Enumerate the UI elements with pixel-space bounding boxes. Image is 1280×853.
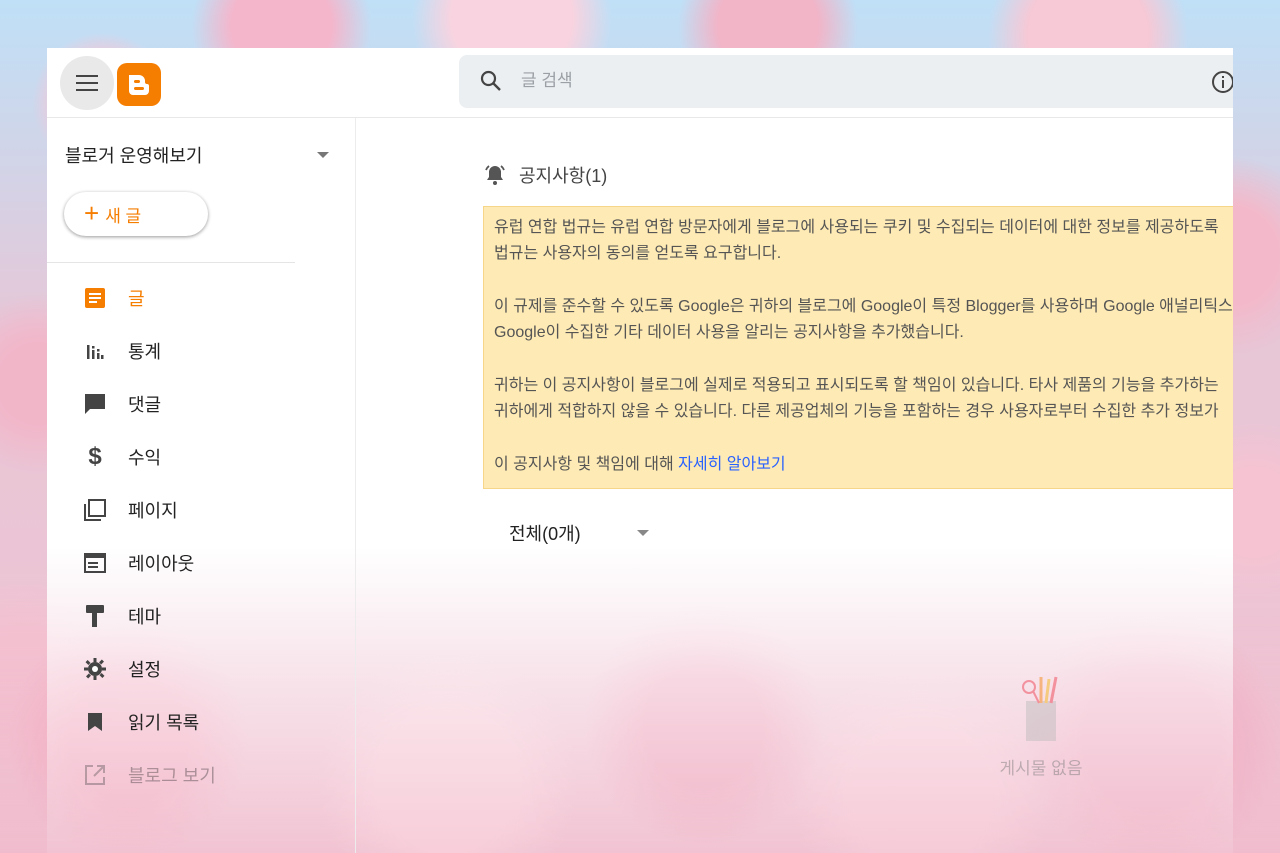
sidebar-item-label: 수익: [128, 447, 162, 468]
sidebar-item-label: 댓글: [128, 394, 162, 415]
search-input[interactable]: [521, 65, 1121, 97]
filter-label: 전체(0개): [509, 524, 581, 544]
blogger-b-icon: [129, 74, 149, 95]
main-content: 공지사항(1) 유럽 연합 법규는 유럽 연합 방문자에게 블로그에 사용되는 …: [356, 118, 1233, 853]
notice-text: 이 공지사항 및 책임에 대해: [494, 456, 679, 473]
sidebar-nav: 글 통계 댓글 $ 수익 페이지 레이아웃 테마 설정 읽기 목록 블로그 보기: [47, 271, 355, 801]
blog-selector[interactable]: 블로거 운영해보기: [65, 140, 329, 170]
notice-paragraph-3: 귀하는 이 공지사항이 블로그에 실제로 적용되고 표시되도록 할 책임이 있습…: [494, 373, 1233, 425]
info-icon[interactable]: [1211, 70, 1233, 94]
notice-header: 공지사항(1): [483, 162, 607, 188]
sidebar-item-label: 통계: [128, 341, 162, 362]
sidebar-item-label: 레이아웃: [128, 553, 195, 574]
sidebar-item-comments[interactable]: 댓글: [47, 377, 355, 430]
pencil-cup-icon: [1022, 676, 1058, 741]
new-post-button[interactable]: + 새 글: [64, 192, 208, 236]
posts-icon: [82, 285, 108, 311]
post-filter-dropdown[interactable]: 전체(0개): [509, 518, 649, 548]
search-icon[interactable]: [479, 69, 503, 93]
chevron-down-icon: [637, 530, 649, 536]
sidebar-item-view-blog[interactable]: 블로그 보기: [47, 748, 355, 801]
gear-icon: [82, 656, 108, 682]
menu-button[interactable]: [60, 56, 114, 110]
sidebar-item-label: 블로그 보기: [128, 765, 216, 786]
blogger-app: 블로거 운영해보기 + 새 글 글 통계: [47, 48, 1233, 853]
sidebar-item-theme[interactable]: 테마: [47, 589, 355, 642]
learn-more-link[interactable]: 자세히 알아보기: [678, 456, 786, 473]
sidebar-item-label: 테마: [128, 606, 162, 627]
notice-text: 법규는 사용자의 동의를 얻도록 요구합니다.: [494, 245, 782, 262]
sidebar-divider: [47, 262, 295, 263]
notice-text: 귀하에게 적합하지 않을 수 있습니다. 다른 제공업체의 기능을 포함하는 경…: [494, 403, 1219, 420]
empty-state: 게시물 없음: [981, 673, 1101, 779]
layout-icon: [82, 550, 108, 576]
sidebar-item-label: 읽기 목록: [128, 712, 200, 733]
stats-icon: [82, 338, 108, 364]
open-external-icon: [82, 762, 108, 788]
plus-icon: +: [84, 197, 100, 228]
new-post-label: 새 글: [105, 206, 142, 226]
notice-paragraph-4: 이 공지사항 및 책임에 대해 자세히 알아보기: [494, 452, 1233, 478]
chevron-down-icon: [317, 152, 329, 158]
sidebar-item-settings[interactable]: 설정: [47, 642, 355, 695]
eu-notice-box: 유럽 연합 법규는 유럽 연합 방문자에게 블로그에 사용되는 쿠키 및 수집되…: [483, 206, 1233, 489]
sidebar-item-label: 페이지: [128, 500, 178, 521]
top-bar: [47, 48, 1233, 118]
sidebar-item-earnings[interactable]: $ 수익: [47, 430, 355, 483]
empty-label: 게시물 없음: [999, 759, 1083, 778]
paint-roller-icon: [82, 603, 108, 629]
comments-icon: [82, 391, 108, 417]
notice-paragraph-1: 유럽 연합 법규는 유럽 연합 방문자에게 블로그에 사용되는 쿠키 및 수집되…: [494, 215, 1233, 267]
sidebar-item-label: 글: [128, 288, 145, 309]
notice-text: Google이 수집한 기타 데이터 사용을 알리는 공지사항을 추가했습니다.: [494, 324, 964, 341]
notice-paragraph-2: 이 규제를 준수할 수 있도록 Google은 귀하의 블로그에 Google이…: [494, 294, 1233, 346]
dollar-icon: $: [88, 442, 102, 470]
blog-name: 블로거 운영해보기: [65, 146, 203, 166]
blogger-logo[interactable]: [117, 63, 161, 106]
sidebar-item-stats[interactable]: 통계: [47, 324, 355, 377]
notice-title: 공지사항(1): [519, 166, 608, 186]
sidebar-item-pages[interactable]: 페이지: [47, 483, 355, 536]
notice-text: 이 규제를 준수할 수 있도록 Google은 귀하의 블로그에 Google이…: [494, 298, 1233, 315]
notice-text: 귀하는 이 공지사항이 블로그에 실제로 적용되고 표시되도록 할 책임이 있습…: [494, 377, 1219, 394]
bookmark-icon: [82, 709, 108, 735]
hamburger-icon: [76, 75, 98, 91]
bell-ring-icon: [485, 165, 505, 185]
sidebar-item-reading-list[interactable]: 읽기 목록: [47, 695, 355, 748]
search-bar: [459, 55, 1233, 108]
notice-text: 유럽 연합 법규는 유럽 연합 방문자에게 블로그에 사용되는 쿠키 및 수집되…: [494, 219, 1219, 236]
sidebar-item-label: 설정: [128, 659, 162, 680]
pages-icon: [82, 497, 108, 523]
sidebar-item-posts[interactable]: 글: [47, 271, 355, 324]
sidebar-item-layout[interactable]: 레이아웃: [47, 536, 355, 589]
sidebar: 블로거 운영해보기 + 새 글 글 통계 댓글 $ 수익 페이지 레이아웃 테마…: [47, 118, 356, 853]
